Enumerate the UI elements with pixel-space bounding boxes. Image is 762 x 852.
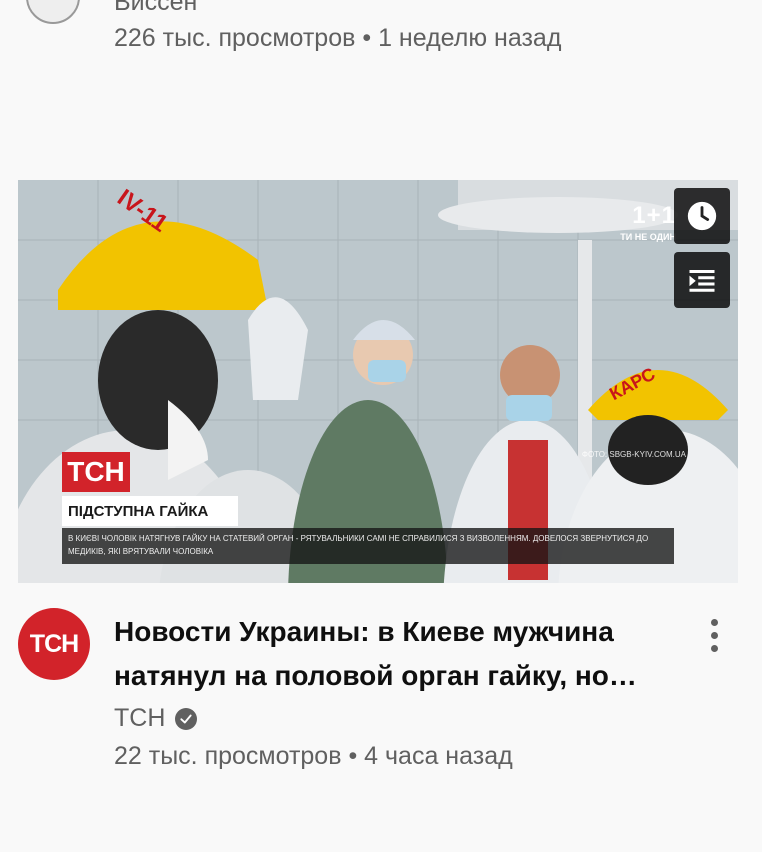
photo-credit: ФОТО: SBGB-KYIV.COM.UA [581,450,686,459]
channel-info[interactable]: ТСН [114,704,198,733]
news-tag-badge: ТСН [62,452,130,492]
previous-video-meta: 226 тыс. просмотров • 1 неделю назад [114,24,561,53]
more-vertical-icon [710,644,718,652]
news-headline-bar: ПІДСТУПНА ГАЙКА [62,496,238,526]
previous-views: 226 тыс. просмотров [114,24,356,52]
previous-channel-avatar[interactable] [26,0,80,24]
clock-icon [687,201,717,231]
meta-separator: • [362,24,372,52]
watch-later-button[interactable] [674,188,730,244]
channel-watermark-slogan: ТИ НЕ ОДИН [620,232,676,242]
channel-watermark-logo: 1+1 [632,202,676,229]
previous-channel-name[interactable]: Виссен [114,0,197,17]
previous-age: 1 неделю назад [378,24,562,52]
channel-avatar[interactable]: ТСН [18,608,90,680]
add-to-queue-button[interactable] [674,252,730,308]
channel-name[interactable]: ТСН [114,704,165,733]
more-options-button[interactable] [700,610,728,660]
check-circle-icon [175,707,198,730]
more-vertical-icon [710,631,718,639]
more-vertical-icon [710,618,718,626]
upload-age: 4 часа назад [364,742,513,770]
news-ticker: В КИЄВІ ЧОЛОВІК НАТЯГНУВ ГАЙКУ НА СТАТЕВ… [62,528,674,564]
meta-separator: • [348,742,358,770]
view-count: 22 тыс. просмотров [114,742,342,770]
video-thumbnail[interactable]: IV-11 КАРС 1+1 ТИ НЕ ОДИН ФОТО: SBGB-KYI… [18,180,738,583]
video-title[interactable]: Новости Украины: в Киеве мужчина натянул… [114,610,684,698]
video-meta: 22 тыс. просмотров • 4 часа назад [114,742,513,771]
playlist-add-icon [689,270,715,292]
